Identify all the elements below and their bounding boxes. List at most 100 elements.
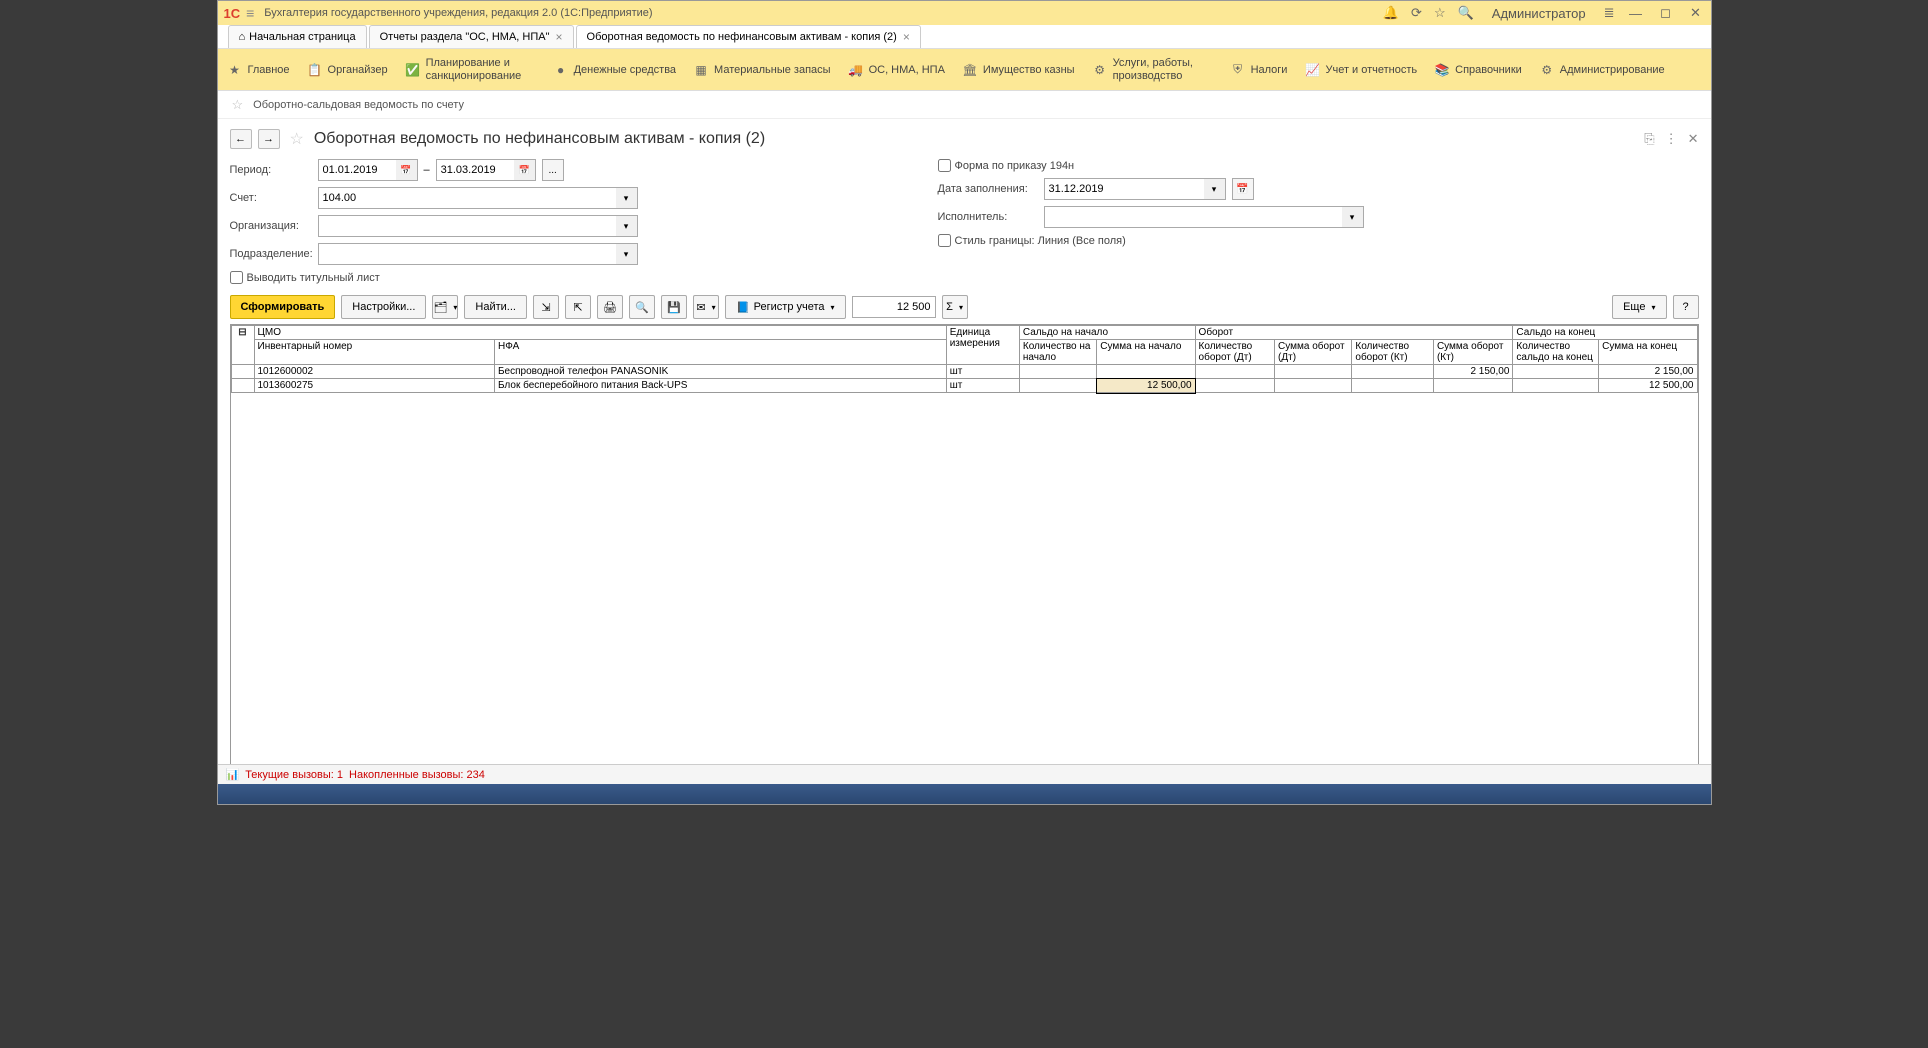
preview-button[interactable]: 🔍 (629, 295, 655, 319)
cell (1275, 365, 1352, 379)
menu-materials[interactable]: ▦Материальные запасы (694, 63, 831, 77)
menu-os[interactable]: 🚚ОС, НМА, НПА (849, 63, 945, 77)
app-title: Бухгалтерия государственного учреждения,… (264, 7, 1383, 19)
book-icon: 📘 (736, 301, 750, 314)
register-button[interactable]: 📘Регистр учета▾ (725, 295, 846, 319)
col-qty-kt: Количество оборот (Кт) (1352, 340, 1434, 365)
close-icon[interactable]: × (556, 30, 563, 44)
menu-main[interactable]: ★Главное (228, 63, 290, 77)
kebab-icon[interactable]: ⋮ (1665, 131, 1678, 147)
form194-input[interactable] (938, 159, 951, 172)
print-button[interactable]: 🖨 (597, 295, 623, 319)
coins-icon: ● (554, 63, 568, 77)
tab-home[interactable]: ⌂ Начальная страница (228, 25, 367, 48)
save-button[interactable]: 💾 (661, 295, 687, 319)
show-title-input[interactable] (230, 271, 243, 284)
menu-taxes[interactable]: ⛨Налоги (1231, 63, 1288, 77)
menu-planning[interactable]: ✅Планирование и санкционирование (406, 57, 536, 81)
star-icon[interactable]: ☆ (232, 97, 244, 113)
email-button[interactable]: ✉▾ (693, 295, 719, 319)
border-style-checkbox[interactable]: Стиль границы: Линия (Все поля) (938, 234, 1364, 247)
period-dialog-button[interactable]: ... (542, 159, 564, 181)
chevron-down-icon[interactable]: ▾ (1342, 206, 1364, 228)
back-button[interactable]: ← (230, 129, 252, 149)
date-separator: – (424, 164, 430, 176)
perf-icon[interactable]: 📊 (226, 768, 240, 781)
cell (1352, 365, 1434, 379)
chevron-down-icon[interactable]: ▾ (616, 243, 638, 265)
tab-reports-label: Отчеты раздела "ОС, НМА, НПА" (380, 31, 550, 43)
gear-icon: ⚙ (1540, 63, 1554, 77)
executor-input[interactable] (1044, 206, 1342, 228)
restore-button[interactable]: ◻ (1657, 5, 1675, 21)
chevron-down-icon[interactable]: ▾ (616, 187, 638, 209)
table-row[interactable]: 1012600002 Беспроводной телефон PANASONI… (231, 365, 1697, 379)
settings-lines-icon[interactable]: ≣ (1604, 5, 1615, 21)
executor-label: Исполнитель: (938, 211, 1038, 223)
form194-checkbox[interactable]: Форма по приказу 194н (938, 159, 1364, 172)
user-label[interactable]: Администратор (1492, 6, 1586, 21)
help-button[interactable]: ? (1673, 295, 1699, 319)
link-icon[interactable]: ⎘ (1644, 131, 1654, 147)
border-style-input[interactable] (938, 234, 951, 247)
sliders-icon: ⚙ (1093, 63, 1107, 77)
variant-button[interactable]: 🗂▾ (432, 295, 458, 319)
calendar-icon[interactable]: 📅 (514, 159, 536, 181)
table-row[interactable]: 1013600275 Блок бесперебойного питания B… (231, 379, 1697, 393)
menu-property-label: Имущество казны (983, 64, 1075, 76)
menu-admin[interactable]: ⚙Администрирование (1540, 63, 1665, 77)
tab-home-label: Начальная страница (249, 31, 355, 43)
cell-nfa: Блок бесперебойного питания Back-UPS (494, 379, 946, 393)
minimize-button[interactable]: — (1627, 6, 1645, 21)
menu-money[interactable]: ● Денежные средства (554, 63, 676, 77)
expand-all-button[interactable]: ⇲ (533, 295, 559, 319)
cell-selected[interactable]: 12 500,00 (1097, 379, 1195, 393)
collapse-toggle[interactable]: ⊟ (231, 326, 254, 365)
history-icon[interactable]: ⟳ (1411, 5, 1422, 21)
close-icon[interactable]: × (903, 30, 910, 44)
menu-organizer-label: Органайзер (328, 64, 388, 76)
more-button[interactable]: Еще▾ (1612, 295, 1666, 319)
os-taskbar[interactable] (218, 784, 1711, 804)
fill-date-input[interactable] (1044, 178, 1204, 200)
date-to-input[interactable] (436, 159, 514, 181)
chevron-down-icon[interactable]: ▾ (1204, 178, 1226, 200)
account-input[interactable] (318, 187, 616, 209)
menu-planning-label: Планирование и санкционирование (426, 57, 536, 81)
chevron-down-icon[interactable]: ▾ (616, 215, 638, 237)
collapse-all-button[interactable]: ⇱ (565, 295, 591, 319)
settings-button[interactable]: Настройки... (341, 295, 426, 319)
sum-field[interactable] (852, 296, 936, 318)
menu-money-label: Денежные средства (574, 64, 676, 76)
menu-services[interactable]: ⚙Услуги, работы, производство (1093, 57, 1213, 81)
burger-icon[interactable]: ≡ (246, 5, 254, 21)
subbar-osv-link[interactable]: Оборотно-сальдовая ведомость по счету (253, 99, 464, 111)
sigma-button[interactable]: Σ▾ (942, 295, 968, 319)
tab-current[interactable]: Оборотная ведомость по нефинансовым акти… (576, 25, 921, 48)
find-button[interactable]: Найти... (464, 295, 527, 319)
forward-button[interactable]: → (258, 129, 280, 149)
search-icon[interactable]: 🔍 (1458, 5, 1474, 21)
col-cmo: ЦМО (254, 326, 946, 340)
menu-property[interactable]: 🏛Имущество казны (963, 63, 1075, 77)
generate-button[interactable]: Сформировать (230, 295, 336, 319)
menu-catalogs[interactable]: 📚Справочники (1435, 63, 1522, 77)
bell-icon[interactable]: 🔔 (1383, 5, 1399, 21)
close-window-button[interactable]: ✕ (1687, 5, 1705, 21)
favorite-star-icon[interactable]: ☆ (290, 129, 304, 149)
tab-reports[interactable]: Отчеты раздела "ОС, НМА, НПА" × (369, 25, 574, 48)
date-from-input[interactable] (318, 159, 396, 181)
menu-organizer[interactable]: 📋Органайзер (308, 63, 388, 77)
org-input[interactable] (318, 215, 616, 237)
boxes-icon: ▦ (694, 63, 708, 77)
calendar-icon[interactable]: 📅 (396, 159, 418, 181)
star-icon[interactable]: ☆ (1434, 5, 1446, 21)
close-page-button[interactable]: ✕ (1688, 131, 1699, 147)
show-title-checkbox[interactable]: Выводить титульный лист (230, 271, 638, 284)
calendar-button[interactable]: 📅 (1232, 178, 1254, 200)
sigma-icon: Σ (946, 301, 953, 313)
report-table-container[interactable]: ⊟ ЦМО Единица измерения Сальдо на начало… (230, 324, 1699, 784)
dept-input[interactable] (318, 243, 616, 265)
menu-reports[interactable]: 📈Учет и отчетность (1305, 63, 1417, 77)
menu-catalogs-label: Справочники (1455, 64, 1522, 76)
